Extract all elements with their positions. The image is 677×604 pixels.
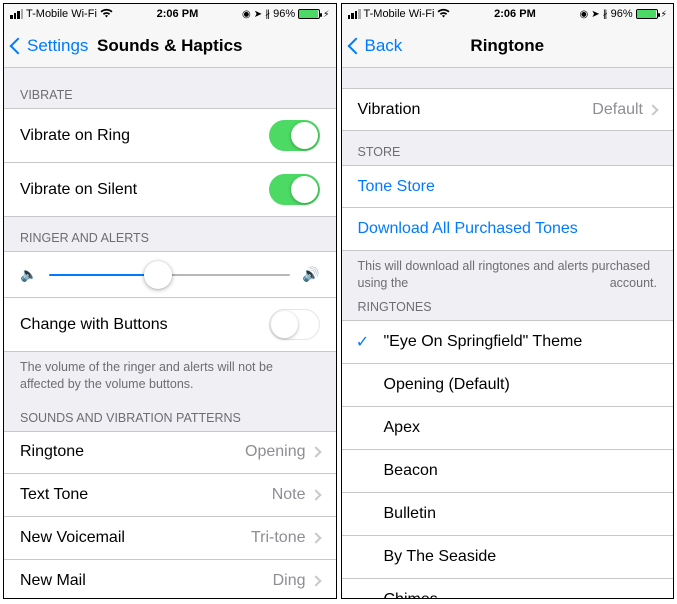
checkmark-icon: ✓ <box>342 332 384 352</box>
location-icon: ➤ <box>254 9 262 20</box>
row-label: New Mail <box>20 572 86 590</box>
row-value: Note <box>272 486 306 504</box>
ringtone-name: Opening (Default) <box>384 376 510 394</box>
row-label: New Voicemail <box>20 529 125 547</box>
ringtone-option[interactable]: Chimes <box>342 579 674 598</box>
link-tone-store: Tone Store <box>358 178 435 196</box>
ringtone-name: Apex <box>384 419 420 437</box>
nav-bar: Back Ringtone <box>342 24 674 68</box>
volume-high-icon: 🔊 <box>302 266 319 283</box>
content-scroll[interactable]: Vibration Default Store Tone Store Downl… <box>342 68 674 598</box>
wifi-icon <box>100 8 113 21</box>
toggle-vibrate-on-silent[interactable] <box>269 174 320 205</box>
back-button[interactable]: Back <box>350 36 403 56</box>
row-new-mail[interactable]: New Mail Ding <box>4 560 336 598</box>
ringtone-option[interactable]: Apex <box>342 407 674 450</box>
do-not-disturb-icon: ◉ <box>242 9 251 20</box>
section-header-vibrate: Vibrate <box>4 68 336 108</box>
row-label: Vibrate on Ring <box>20 127 130 145</box>
row-label: Change with Buttons <box>20 316 168 334</box>
back-label: Back <box>365 36 403 56</box>
signal-bars-icon <box>348 9 361 19</box>
battery-icon <box>298 9 320 19</box>
row-download-purchased[interactable]: Download All Purchased Tones <box>342 208 674 251</box>
back-label: Settings <box>27 36 88 56</box>
volume-low-icon: 🔈 <box>20 266 37 283</box>
status-time: 2:06 PM <box>157 8 199 20</box>
ringtone-option[interactable]: By The Seaside <box>342 536 674 579</box>
row-ringtone[interactable]: Ringtone Opening <box>4 431 336 474</box>
row-value: Tri-tone <box>251 529 306 547</box>
battery-pct: 96% <box>273 8 295 20</box>
row-vibrate-on-silent[interactable]: Vibrate on Silent <box>4 163 336 217</box>
row-vibration[interactable]: Vibration Default <box>342 88 674 131</box>
section-header-store: Store <box>342 131 674 165</box>
back-button[interactable]: Settings <box>12 36 88 56</box>
bluetooth-icon: ∦ <box>265 9 270 20</box>
battery-icon <box>636 9 658 19</box>
status-bar: T-Mobile Wi-Fi 2:06 PM ◉ ➤ ∦ 96% ⚡︎ <box>4 4 336 24</box>
phone-ringtone: T-Mobile Wi-Fi 2:06 PM ◉ ➤ ∦ 96% ⚡︎ Back… <box>341 3 675 599</box>
status-bar: T-Mobile Wi-Fi 2:06 PM ◉ ➤ ∦ 96% ⚡︎ <box>342 4 674 24</box>
charging-icon: ⚡︎ <box>323 9 329 20</box>
section-header-ringer: Ringer and Alerts <box>4 217 336 251</box>
row-label: Text Tone <box>20 486 88 504</box>
ringtone-name: "Eye On Springfield" Theme <box>384 333 583 351</box>
toggle-change-with-buttons[interactable] <box>269 309 320 340</box>
row-value: Opening <box>245 443 306 461</box>
status-time: 2:06 PM <box>494 8 536 20</box>
chevron-right-icon <box>647 104 658 115</box>
ringtone-name: By The Seaside <box>384 548 497 566</box>
toggle-vibrate-on-ring[interactable] <box>269 120 320 151</box>
chevron-left-icon <box>10 37 27 54</box>
row-label: Vibrate on Silent <box>20 181 137 199</box>
ringtone-name: Chimes <box>384 591 438 598</box>
row-change-with-buttons[interactable]: Change with Buttons <box>4 298 336 352</box>
ringtone-name: Beacon <box>384 462 438 480</box>
signal-bars-icon <box>10 9 23 19</box>
row-value: Default <box>592 101 643 119</box>
chevron-left-icon <box>347 37 364 54</box>
section-header-sounds: Sounds and Vibration Patterns <box>4 397 336 431</box>
location-icon: ➤ <box>591 9 599 20</box>
row-text-tone[interactable]: Text Tone Note <box>4 474 336 517</box>
footer-text: This will download all ringtones and ale… <box>342 251 674 296</box>
ringtone-option[interactable]: Bulletin <box>342 493 674 536</box>
section-header-ringtones: Ringtones <box>342 296 674 320</box>
row-label: Vibration <box>358 101 421 119</box>
content-scroll[interactable]: Vibrate Vibrate on Ring Vibrate on Silen… <box>4 68 336 598</box>
nav-bar: Settings Sounds & Haptics <box>4 24 336 68</box>
row-vibrate-on-ring[interactable]: Vibrate on Ring <box>4 108 336 163</box>
chevron-right-icon <box>310 532 321 543</box>
phone-sounds-haptics: T-Mobile Wi-Fi 2:06 PM ◉ ➤ ∦ 96% ⚡︎ Sett… <box>3 3 337 599</box>
slider-thumb[interactable] <box>144 261 172 289</box>
ringtone-option[interactable]: Opening (Default) <box>342 364 674 407</box>
link-download-all: Download All Purchased Tones <box>358 220 578 238</box>
chevron-right-icon <box>310 489 321 500</box>
carrier-label: T-Mobile Wi-Fi <box>364 8 435 20</box>
charging-icon: ⚡︎ <box>661 9 667 20</box>
row-tone-store[interactable]: Tone Store <box>342 165 674 208</box>
row-value: Ding <box>273 572 306 590</box>
chevron-right-icon <box>310 575 321 586</box>
volume-slider-row: 🔈 🔊 <box>4 251 336 298</box>
bluetooth-icon: ∦ <box>603 9 608 20</box>
battery-pct: 96% <box>611 8 633 20</box>
row-label: Ringtone <box>20 443 84 461</box>
do-not-disturb-icon: ◉ <box>580 9 589 20</box>
volume-slider[interactable] <box>49 274 290 276</box>
chevron-right-icon <box>310 447 321 458</box>
ringtone-name: Bulletin <box>384 505 436 523</box>
wifi-icon <box>437 8 450 21</box>
footer-text: The volume of the ringer and alerts will… <box>4 352 336 397</box>
row-new-voicemail[interactable]: New Voicemail Tri-tone <box>4 517 336 560</box>
ringtone-option[interactable]: Beacon <box>342 450 674 493</box>
carrier-label: T-Mobile Wi-Fi <box>26 8 97 20</box>
ringtone-selected[interactable]: ✓ "Eye On Springfield" Theme <box>342 320 674 364</box>
